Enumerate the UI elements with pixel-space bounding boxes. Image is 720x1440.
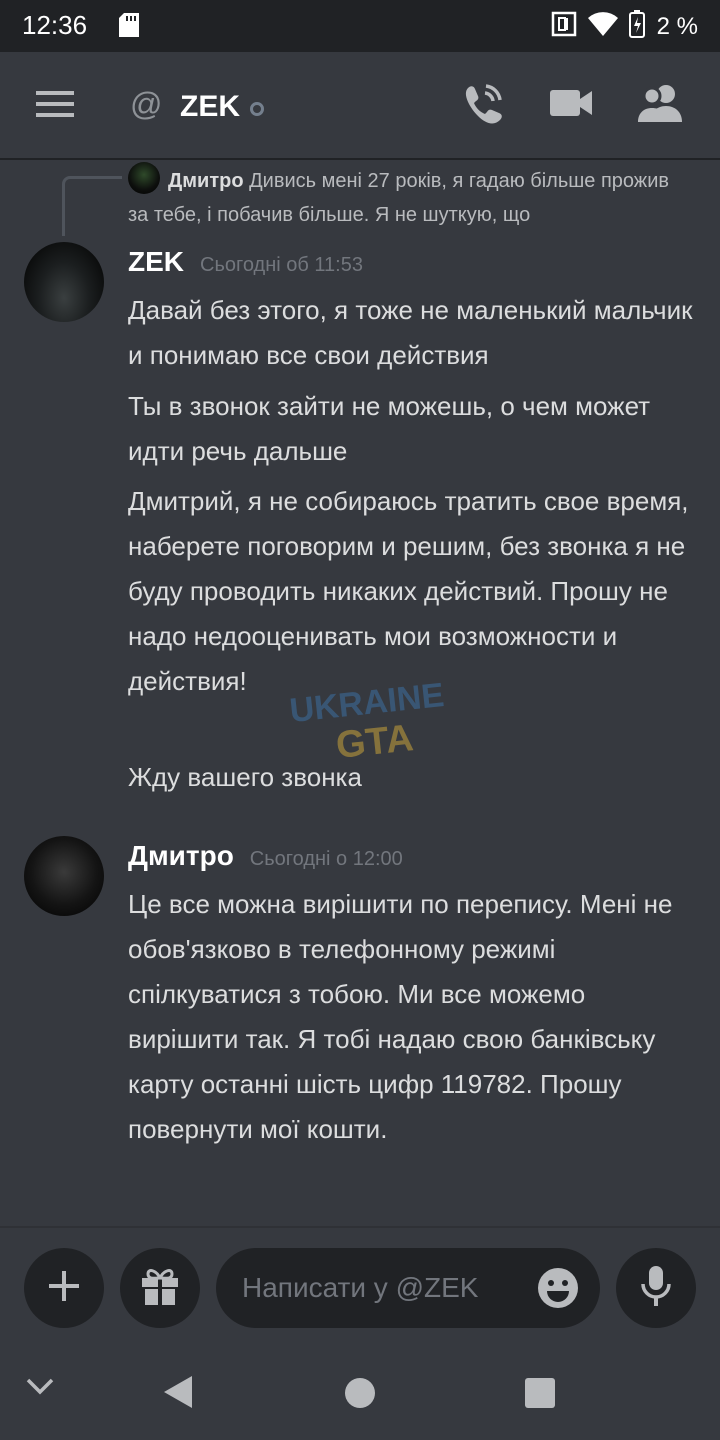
status-indicators: 2 % [551, 10, 698, 43]
message-text[interactable]: Це все можна вирішити по перепису. Мені … [128, 882, 698, 1152]
home-icon[interactable] [343, 1376, 377, 1415]
sd-card-icon [118, 12, 140, 43]
message-text[interactable]: Давай без этого, я тоже не маленький мал… [128, 288, 698, 378]
microphone-icon [641, 1265, 671, 1311]
wifi-icon [587, 11, 619, 42]
message-author[interactable]: Дмитро [128, 840, 234, 872]
add-attachment-button[interactable] [24, 1248, 104, 1328]
video-camera-icon[interactable] [550, 88, 592, 123]
reply-preview[interactable]: Дмитро Дивись мені 27 років, я гадаю біл… [128, 164, 688, 232]
hamburger-menu-icon[interactable] [36, 90, 74, 123]
message-timestamp: Сьогодні о 12:00 [249, 848, 403, 870]
status-time: 12:36 [22, 10, 88, 40]
phone-call-icon[interactable] [462, 82, 504, 131]
battery-percent: 2 % [656, 12, 698, 40]
channel-header: @ ZEK [0, 52, 720, 160]
watermark-logo: UKRAINE GTA [268, 676, 468, 771]
reply-author: Дмитро [168, 170, 244, 192]
chevron-down-icon[interactable] [26, 1378, 54, 1401]
message-author[interactable]: ZEK [128, 246, 184, 278]
battery-icon [628, 10, 645, 43]
status-bar: 12:36 2 % [0, 0, 720, 52]
avatar[interactable] [24, 242, 104, 322]
emoji-icon[interactable] [536, 1266, 580, 1315]
system-navigation-bar [0, 1346, 720, 1440]
plus-icon [49, 1270, 79, 1306]
avatar[interactable] [24, 836, 104, 916]
message-text[interactable]: Ты в звонок зайти не можешь, о чем может… [128, 384, 698, 474]
message-header: Дмитро Сьогодні о 12:00 [128, 840, 403, 872]
message-text[interactable]: Дмитрий, я не собираюсь тратить свое вре… [128, 479, 698, 704]
message-timestamp: Сьогодні об 11:53 [200, 254, 363, 276]
message-input[interactable]: Написати у @ZEK [216, 1248, 600, 1328]
at-sign-icon: @ [130, 86, 163, 122]
recents-icon[interactable] [523, 1376, 557, 1415]
message-list[interactable]: Дмитро Дивись мені 27 років, я гадаю біл… [0, 160, 720, 1226]
message-header: ZEK Сьогодні об 11:53 [128, 246, 363, 278]
offline-status-icon [250, 102, 264, 116]
gift-icon [140, 1266, 180, 1311]
gift-button[interactable] [120, 1248, 200, 1328]
nfc-icon [551, 11, 577, 42]
message-input-placeholder: Написати у @ZEK [242, 1272, 479, 1303]
channel-title[interactable]: ZEK [180, 90, 240, 124]
voice-message-button[interactable] [616, 1248, 696, 1328]
message-composer: Написати у @ZEK [0, 1226, 720, 1346]
members-icon[interactable] [638, 84, 682, 127]
svg-text:GTA: GTA [334, 717, 415, 766]
back-icon[interactable] [160, 1374, 194, 1415]
reply-connector [62, 176, 122, 236]
